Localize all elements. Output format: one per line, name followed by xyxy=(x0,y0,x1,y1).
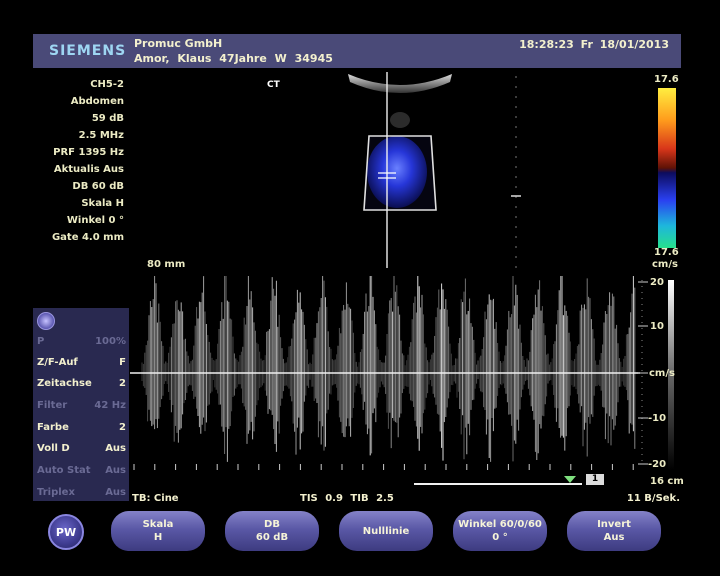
colorbar-top: 17.6 xyxy=(654,74,679,85)
pw-mode-button[interactable]: PW xyxy=(48,514,84,550)
bmode-image xyxy=(348,72,452,268)
param-frequency: 2.5 MHz xyxy=(78,130,124,141)
depth-cm: 16 cm xyxy=(650,476,684,487)
tissue-shadow xyxy=(390,112,410,128)
setting-refresh[interactable]: Z/F-Auf F xyxy=(33,353,129,373)
scale-upper: 10 xyxy=(650,321,664,332)
param-scale: Skala H xyxy=(81,198,124,209)
doppler-mode-icon[interactable] xyxy=(37,312,55,330)
scale-softkey[interactable]: Skala H xyxy=(111,511,205,551)
param-angle: Winkel 0 ° xyxy=(66,215,124,226)
param-gain: 59 dB xyxy=(91,113,124,124)
invert-softkey[interactable]: Invert Aus xyxy=(567,511,661,551)
brand-logo: SIEMENS xyxy=(49,43,127,59)
bmode-marker: CT xyxy=(267,80,280,90)
setting-filter[interactable]: Filter 42 Hz xyxy=(33,396,129,416)
trackball-status: TB: Cine xyxy=(132,493,179,504)
setting-auto-stat[interactable]: Auto Stat Aus xyxy=(33,461,129,481)
scale-top: 20 xyxy=(650,277,664,288)
velocity-scale xyxy=(636,276,684,488)
cine-timeline[interactable] xyxy=(414,483,582,485)
blood-flow xyxy=(367,136,427,208)
angle-softkey[interactable]: Winkel 60/0/60 0 ° xyxy=(453,511,547,551)
baseline-softkey[interactable]: Nulllinie xyxy=(339,511,433,551)
imaging-parameters: CH5-2 Abdomen 59 dB 2.5 MHz PRF 1395 Hz … xyxy=(40,76,124,246)
patient-header: SIEMENS Promuc GmbH Amor, Klaus 47Jahre … xyxy=(33,34,681,68)
scale-lower: -10 xyxy=(648,413,667,424)
color-velocity-bar xyxy=(658,88,676,248)
setting-color[interactable]: Farbe 2 xyxy=(33,418,129,438)
patient-info: Amor, Klaus 47Jahre W 34945 xyxy=(134,52,333,65)
organization-name: Promuc GmbH xyxy=(134,37,223,50)
frame-rate: 11 B/Sek. xyxy=(626,493,680,504)
setting-full-d[interactable]: Voll D Aus xyxy=(33,439,129,459)
depth-scale xyxy=(511,76,521,268)
param-gate: Gate 4.0 mm xyxy=(51,232,124,243)
setting-triplex[interactable]: Triplex Aus xyxy=(33,483,129,503)
param-prf: PRF 1395 Hz xyxy=(53,147,124,158)
param-dynamic-range: DB 60 dB xyxy=(72,181,124,192)
doppler-spectrum xyxy=(141,276,636,462)
depth-label: 80 mm xyxy=(147,259,186,270)
param-transducer: CH5-2 xyxy=(90,79,124,90)
param-preset: Abdomen xyxy=(70,96,124,107)
cine-frame-counter: 1 xyxy=(586,474,604,485)
setting-power[interactable]: P 100% xyxy=(33,332,129,352)
colorbar-bottom: 17.6 xyxy=(654,247,679,258)
setting-time-axis[interactable]: Zeitachse 2 xyxy=(33,374,129,394)
time-ticks xyxy=(133,464,634,470)
colorbar-unit: cm/s xyxy=(652,259,678,270)
spectral-doppler-trace xyxy=(130,276,640,470)
cine-position-icon[interactable] xyxy=(564,476,576,483)
scale-bottom: -20 xyxy=(648,459,667,470)
settings-panel: P 100% Z/F-Auf F Zeitachse 2 Filter 42 Hz Fa… xyxy=(33,308,129,501)
thermal-index: TIS 0.9 TIB 2.5 xyxy=(300,493,394,504)
dynamic-range-softkey[interactable]: DB 60 dB xyxy=(225,511,319,551)
scale-unit: cm/s xyxy=(649,368,675,379)
date-time: 18:28:23 Fr 18/01/2013 xyxy=(519,38,669,51)
transducer-arc xyxy=(348,74,452,93)
param-update: Aktualis Aus xyxy=(53,164,124,175)
